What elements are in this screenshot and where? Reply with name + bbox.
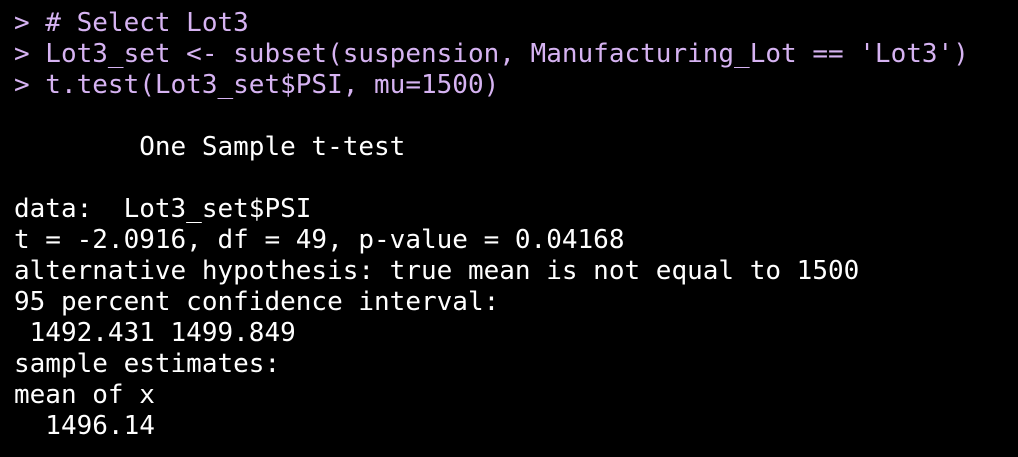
- estimate-value: 1496.14: [14, 411, 155, 441]
- sample-estimates-label: sample estimates:: [14, 349, 281, 379]
- estimate-name: mean of x: [14, 380, 155, 410]
- console-input-line-comment: > # Select Lot3: [14, 8, 249, 38]
- alternative-hypothesis-line: alternative hypothesis: true mean is not…: [14, 256, 860, 286]
- console-input-line-subset: > Lot3_set <- subset(suspension, Manufac…: [14, 39, 969, 69]
- confidence-interval-label: 95 percent confidence interval:: [14, 287, 500, 317]
- test-statistics-line: t = -2.0916, df = 49, p-value = 0.04168: [14, 225, 625, 255]
- data-line: data: Lot3_set$PSI: [14, 194, 312, 224]
- console-input-line-ttest: > t.test(Lot3_set$PSI, mu=1500): [14, 70, 500, 100]
- r-console-window[interactable]: > # Select Lot3 > Lot3_set <- subset(sus…: [0, 0, 1018, 457]
- confidence-interval-values: 1492.431 1499.849: [14, 318, 296, 348]
- test-title: One Sample t-test: [14, 132, 406, 162]
